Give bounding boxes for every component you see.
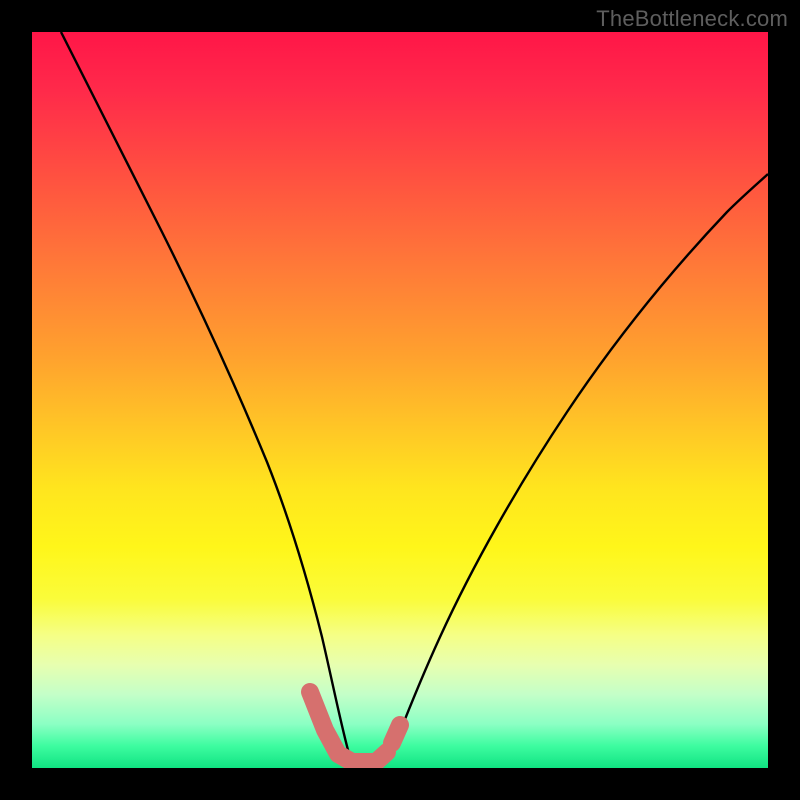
minimum-pill-marker <box>310 692 400 762</box>
watermark-text: TheBottleneck.com <box>596 6 788 32</box>
bottleneck-curve <box>61 32 768 766</box>
chart-frame: TheBottleneck.com <box>0 0 800 800</box>
curve-layer <box>32 32 768 768</box>
plot-area <box>32 32 768 768</box>
